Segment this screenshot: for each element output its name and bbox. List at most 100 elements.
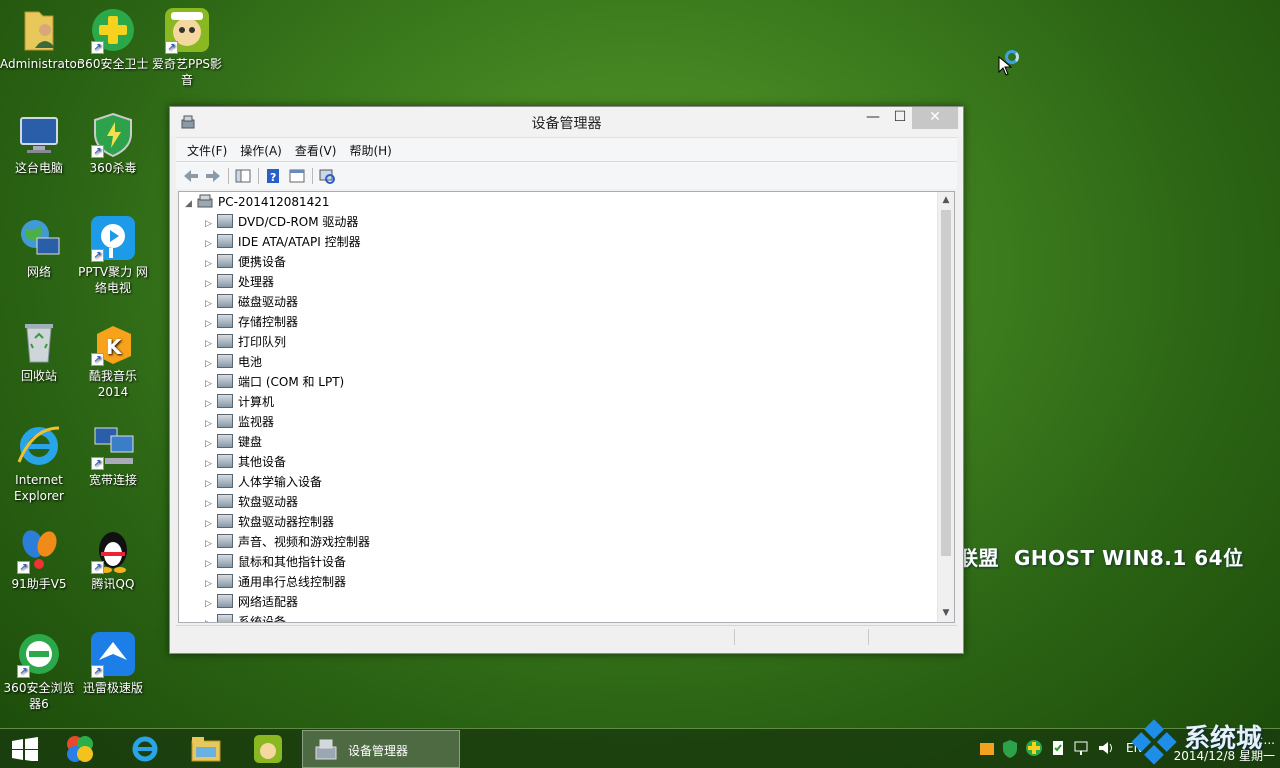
device-category-label: 软盘驱动器 bbox=[238, 495, 299, 509]
device-manager-window[interactable]: 设备管理器 — ☐ ✕ 文件(F) 操作(A) 查看(V) 帮助(H) ? ◢ PC-2… bbox=[169, 106, 964, 654]
expand-arrow-icon[interactable]: ▷ bbox=[205, 294, 217, 314]
expand-arrow-icon[interactable]: ▷ bbox=[205, 414, 217, 434]
device-category-row[interactable]: ▷ 其他设备 bbox=[205, 452, 286, 472]
expand-arrow-icon[interactable]: ▷ bbox=[205, 514, 217, 534]
tray-box-icon[interactable] bbox=[977, 737, 997, 759]
taskbar-device-manager[interactable]: 设备管理器 bbox=[302, 730, 460, 768]
desktop-icon-label: 360安全浏览器6 bbox=[3, 681, 75, 711]
desktop-icon-internet-explorer[interactable]: Internet Explorer bbox=[0, 422, 78, 504]
device-category-row[interactable]: ▷ 计算机 bbox=[205, 392, 274, 412]
device-category-row[interactable]: ▷ 软盘驱动器 bbox=[205, 492, 298, 512]
device-category-label: 端口 (COM 和 LPT) bbox=[238, 375, 345, 389]
device-category-row[interactable]: ▷ 键盘 bbox=[205, 432, 262, 452]
tray-shield-icon[interactable] bbox=[1000, 737, 1020, 759]
desktop-icon-qq[interactable]: ↗ 腾讯QQ bbox=[74, 526, 152, 592]
expand-arrow-icon[interactable]: ▷ bbox=[205, 234, 217, 254]
expand-arrow-icon[interactable]: ▷ bbox=[205, 594, 217, 614]
expand-arrow-icon[interactable]: ▷ bbox=[205, 494, 217, 514]
help-icon[interactable]: ? bbox=[264, 167, 282, 185]
close-button[interactable]: ✕ bbox=[912, 107, 958, 129]
desktop-icon-network[interactable]: 网络 bbox=[0, 214, 78, 280]
device-category-label: 通用串行总线控制器 bbox=[238, 575, 347, 589]
expand-arrow-icon[interactable]: ▷ bbox=[205, 554, 217, 574]
device-category-row[interactable]: ▷ 系统设备 bbox=[205, 612, 286, 622]
desktop-icon-xunlei[interactable]: ↗ 迅雷极速版 bbox=[74, 630, 152, 696]
back-arrow-icon[interactable] bbox=[182, 167, 200, 185]
tree-root[interactable]: ◢ PC-201412081421 bbox=[185, 192, 330, 212]
device-category-row[interactable]: ▷ 打印队列 bbox=[205, 332, 286, 352]
minimize-button[interactable]: — bbox=[859, 107, 887, 129]
360-launcher-icon[interactable] bbox=[64, 733, 96, 765]
expand-arrow-icon[interactable]: ▷ bbox=[205, 274, 217, 294]
menu-action[interactable]: 操作(A) bbox=[235, 138, 290, 159]
tray-360-icon[interactable] bbox=[1024, 737, 1044, 759]
desktop-icon-administrator[interactable]: Administrator bbox=[0, 6, 82, 72]
device-category-row[interactable]: ▷ IDE ATA/ATAPI 控制器 bbox=[205, 232, 361, 252]
expand-arrow-icon[interactable]: ▷ bbox=[205, 254, 217, 274]
maximize-button[interactable]: ☐ bbox=[886, 107, 914, 129]
shortcut-arrow-icon: ↗ bbox=[91, 353, 104, 366]
storage-controller-icon bbox=[217, 314, 233, 328]
menu-view[interactable]: 查看(V) bbox=[290, 138, 345, 159]
expand-arrow-icon[interactable]: ▷ bbox=[205, 574, 217, 594]
tray-flag-icon[interactable] bbox=[1048, 737, 1068, 759]
forward-arrow-icon[interactable] bbox=[204, 167, 222, 185]
desktop-icon-iqiyi-pps[interactable]: ↗ 爱奇艺PPS影音 bbox=[148, 6, 226, 88]
device-category-row[interactable]: ▷ 便携设备 bbox=[205, 252, 286, 272]
expand-arrow-icon[interactable]: ▷ bbox=[205, 534, 217, 554]
start-windows-icon[interactable] bbox=[10, 737, 40, 761]
expand-arrow-icon[interactable]: ▷ bbox=[205, 394, 217, 414]
device-category-label: 电池 bbox=[238, 355, 263, 369]
title-bar[interactable]: 设备管理器 — ☐ ✕ bbox=[170, 107, 963, 137]
desktop-icon-this-pc[interactable]: 这台电脑 bbox=[0, 110, 78, 176]
device-tree-pane[interactable]: ◢ PC-201412081421 ▷ DVD/CD-ROM 驱动器 ▷ IDE ATA… bbox=[178, 191, 955, 623]
collapse-arrow-icon[interactable]: ◢ bbox=[185, 194, 197, 214]
menu-file[interactable]: 文件(F) bbox=[176, 138, 235, 159]
expand-arrow-icon[interactable]: ▷ bbox=[205, 454, 217, 474]
show-hide-tree-icon[interactable] bbox=[234, 167, 252, 185]
expand-arrow-icon[interactable]: ▷ bbox=[205, 614, 217, 622]
vertical-scrollbar[interactable]: ▲ ▼ bbox=[937, 192, 954, 622]
device-category-row[interactable]: ▷ 网络适配器 bbox=[205, 592, 298, 612]
desktop-icon-recycle-bin[interactable]: 回收站 bbox=[0, 318, 78, 384]
scroll-up-icon[interactable]: ▲ bbox=[938, 192, 954, 209]
expand-arrow-icon[interactable]: ▷ bbox=[205, 334, 217, 354]
scroll-down-icon[interactable]: ▼ bbox=[938, 605, 954, 622]
device-category-row[interactable]: ▷ 电池 bbox=[205, 352, 262, 372]
device-category-row[interactable]: ▷ 人体学输入设备 bbox=[205, 472, 322, 492]
file-explorer-icon[interactable] bbox=[190, 733, 222, 765]
device-category-row[interactable]: ▷ 存储控制器 bbox=[205, 312, 298, 332]
device-category-row[interactable]: ▷ 鼠标和其他指针设备 bbox=[205, 552, 346, 572]
desktop-icon-pptv[interactable]: ↗ PPTV聚力 网络电视 bbox=[74, 214, 152, 296]
tray-volume-icon[interactable] bbox=[1096, 737, 1116, 759]
scan-hardware-icon[interactable] bbox=[318, 167, 336, 185]
device-category-row[interactable]: ▷ 通用串行总线控制器 bbox=[205, 572, 346, 592]
desktop-icon-91-assistant[interactable]: ↗ 91助手V5 bbox=[0, 526, 78, 592]
taskbar-ie-icon[interactable] bbox=[129, 733, 161, 765]
expand-arrow-icon[interactable]: ▷ bbox=[205, 434, 217, 454]
expand-arrow-icon[interactable]: ▷ bbox=[205, 474, 217, 494]
device-category-row[interactable]: ▷ 磁盘驱动器 bbox=[205, 292, 298, 312]
360-security-icon: ↗ bbox=[89, 6, 137, 54]
menu-help[interactable]: 帮助(H) bbox=[344, 138, 399, 159]
360-antivirus-icon: ↗ bbox=[89, 110, 137, 158]
device-category-row[interactable]: ▷ 端口 (COM 和 LPT) bbox=[205, 372, 344, 392]
desktop-icon-360-antivirus[interactable]: ↗ 360杀毒 bbox=[74, 110, 152, 176]
desktop-icon-broadband[interactable]: ↗ 宽带连接 bbox=[74, 422, 152, 488]
desktop-icon-kuwo-music[interactable]: K ↗ 酷我音乐2014 bbox=[74, 318, 152, 400]
device-category-row[interactable]: ▷ 声音、视频和游戏控制器 bbox=[205, 532, 370, 552]
properties-icon[interactable] bbox=[288, 167, 306, 185]
taskbar-iqiyi-icon[interactable] bbox=[252, 733, 284, 765]
tray-network-icon[interactable] bbox=[1072, 737, 1092, 759]
device-category-row[interactable]: ▷ 监视器 bbox=[205, 412, 274, 432]
expand-arrow-icon[interactable]: ▷ bbox=[205, 374, 217, 394]
device-category-row[interactable]: ▷ DVD/CD-ROM 驱动器 bbox=[205, 212, 358, 232]
expand-arrow-icon[interactable]: ▷ bbox=[205, 354, 217, 374]
device-category-row[interactable]: ▷ 软盘驱动器控制器 bbox=[205, 512, 334, 532]
device-category-row[interactable]: ▷ 处理器 bbox=[205, 272, 274, 292]
desktop-icon-360-browser[interactable]: ↗ 360安全浏览器6 bbox=[0, 630, 78, 712]
expand-arrow-icon[interactable]: ▷ bbox=[205, 314, 217, 334]
desktop-icon-360-security[interactable]: ↗ 360安全卫士 bbox=[74, 6, 152, 72]
scrollbar-thumb[interactable] bbox=[941, 210, 951, 556]
expand-arrow-icon[interactable]: ▷ bbox=[205, 214, 217, 234]
